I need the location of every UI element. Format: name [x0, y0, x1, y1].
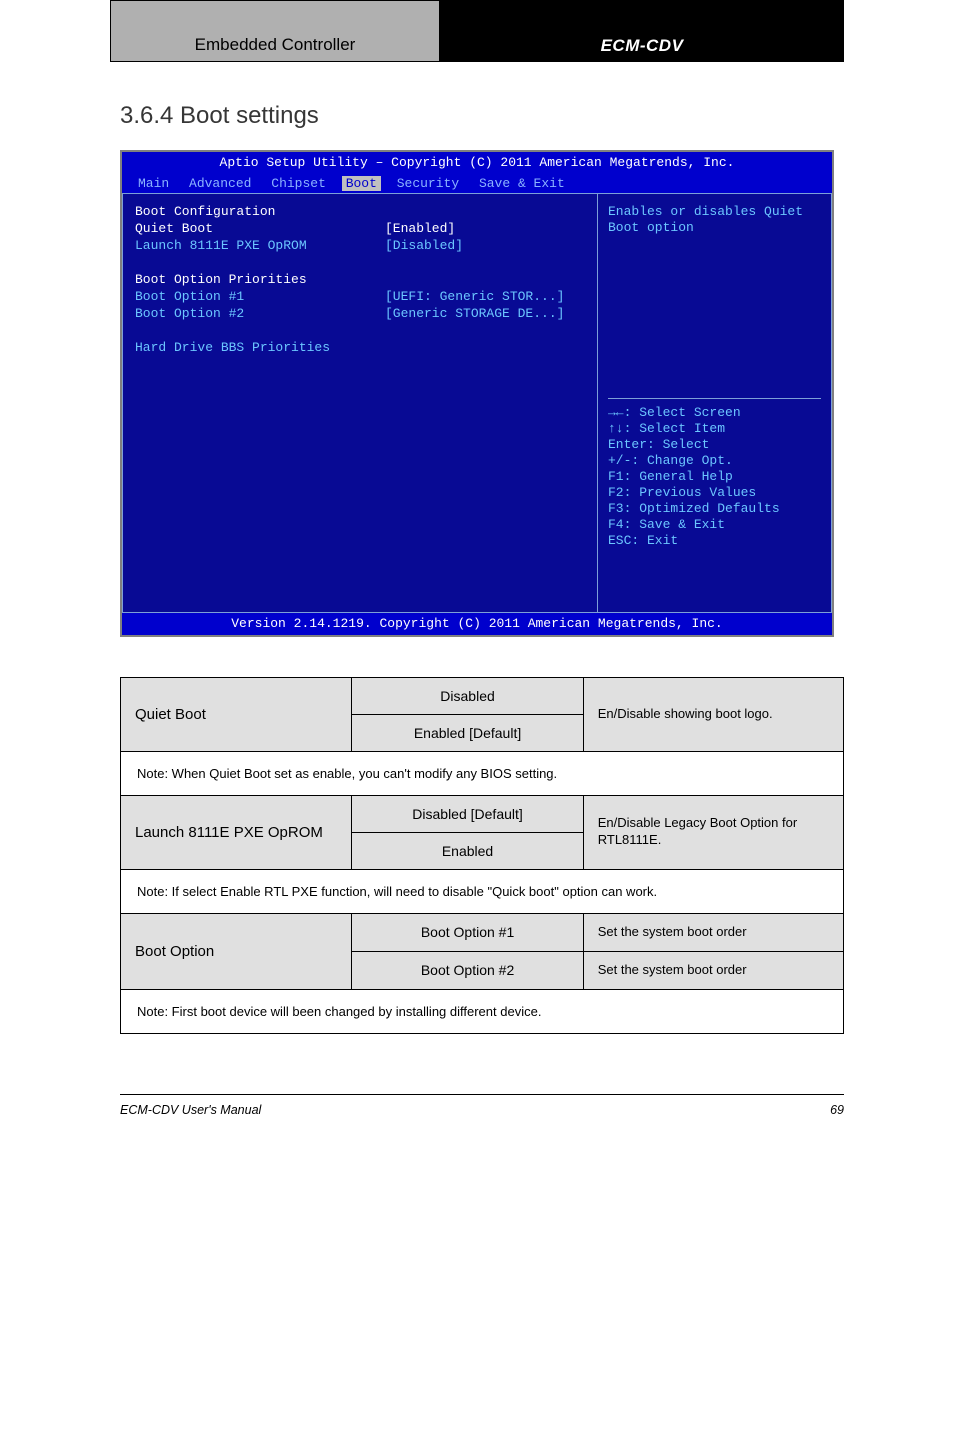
footer-rule [120, 1094, 844, 1095]
header-right: ECM-CDV [440, 0, 844, 62]
opt-choice: Boot Option #1 [352, 913, 583, 951]
bios-version-footer: Version 2.14.1219. Copyright (C) 2011 Am… [122, 613, 832, 635]
bios-setting-value: [Generic STORAGE DE...] [385, 306, 585, 323]
section-title: 3.6.4 Boot settings [120, 102, 954, 130]
bios-tab-boot[interactable]: Boot [342, 176, 381, 192]
bios-help-key: F1: General Help [608, 469, 821, 485]
bios-setting-row [135, 323, 585, 340]
opt-name: Boot Option [121, 913, 352, 989]
table-note-row: Note: If select Enable RTL PXE function,… [121, 869, 844, 913]
note-text: Note: First boot device will been change… [121, 989, 844, 1033]
bios-tab-advanced[interactable]: Advanced [185, 176, 255, 192]
bios-tab-save-exit[interactable]: Save & Exit [475, 176, 569, 192]
header-left: Embedded Controller [110, 0, 440, 62]
bios-help-key: F4: Save & Exit [608, 517, 821, 533]
bios-help-key: ↑↓: Select Item [608, 421, 821, 437]
bios-setting-row: Hard Drive BBS Priorities [135, 340, 585, 357]
bios-setting-value [385, 272, 585, 289]
bios-help-key: →←: Select Screen [608, 405, 821, 421]
table-row: Boot Option Boot Option #1 Set the syste… [121, 913, 844, 951]
bios-main-panel: Boot ConfigurationQuiet Boot[Enabled]Lau… [122, 193, 597, 613]
bios-setting-label: Quiet Boot [135, 221, 385, 238]
bios-setting-row: Boot Configuration [135, 204, 585, 221]
bios-tab-main[interactable]: Main [134, 176, 173, 192]
bios-setting-row[interactable]: Quiet Boot[Enabled] [135, 221, 585, 238]
bios-tab-row: Main Advanced Chipset Boot Security Save… [122, 174, 832, 194]
table-note-row: Note: First boot device will been change… [121, 989, 844, 1033]
table-row: Launch 8111E PXE OpROM Disabled [Default… [121, 795, 844, 832]
bios-setting-value [385, 340, 585, 357]
opt-name: Quiet Boot [121, 677, 352, 751]
bios-setting-row: Boot Option Priorities [135, 272, 585, 289]
bios-setting-label: Boot Option Priorities [135, 272, 385, 289]
page-header: Embedded Controller ECM-CDV [110, 0, 844, 62]
bios-setting-row[interactable]: Boot Option #2[Generic STORAGE DE...] [135, 306, 585, 323]
note-text: Note: When Quiet Boot set as enable, you… [121, 751, 844, 795]
bios-help-key: Enter: Select [608, 437, 821, 453]
bios-help-panel: Enables or disables Quiet Boot option →←… [597, 193, 832, 613]
footer-left: ECM-CDV User's Manual [120, 1103, 261, 1117]
bios-setting-label: Boot Option #1 [135, 289, 385, 306]
bios-setting-value: [UEFI: Generic STOR...] [385, 289, 585, 306]
opt-name: Launch 8111E PXE OpROM [121, 795, 352, 869]
page-footer: ECM-CDV User's Manual 69 [120, 1103, 844, 1117]
opt-choice: Boot Option #2 [352, 951, 583, 989]
bios-setting-row[interactable]: Launch 8111E PXE OpROM[Disabled] [135, 238, 585, 255]
bios-tab-chipset[interactable]: Chipset [267, 176, 330, 192]
bios-help-key: +/-: Change Opt. [608, 453, 821, 469]
bios-setting-label: Boot Configuration [135, 204, 385, 221]
bios-setting-label: Boot Option #2 [135, 306, 385, 323]
bios-tab-security[interactable]: Security [393, 176, 463, 192]
bios-setting-label [135, 323, 385, 340]
bios-setting-value [385, 323, 585, 340]
opt-choice: Disabled [352, 677, 583, 714]
table-row: Quiet Boot Disabled En/Disable showing b… [121, 677, 844, 714]
bios-setting-label: Hard Drive BBS Priorities [135, 340, 385, 357]
bios-setting-label: Launch 8111E PXE OpROM [135, 238, 385, 255]
opt-choice: Enabled [352, 832, 583, 869]
bios-help-key: F3: Optimized Defaults [608, 501, 821, 517]
bios-help-desc: Enables or disables Quiet Boot option [608, 204, 821, 394]
bios-setting-value [385, 255, 585, 272]
bios-help-key: F2: Previous Values [608, 485, 821, 501]
bios-setting-label [135, 255, 385, 272]
opt-desc: Set the system boot order [583, 913, 843, 951]
opt-desc: Set the system boot order [583, 951, 843, 989]
opt-desc: En/Disable Legacy Boot Option for RTL811… [583, 795, 843, 869]
bios-setting-value [385, 204, 585, 221]
bios-screenshot: Aptio Setup Utility – Copyright (C) 2011… [120, 150, 834, 637]
opt-choice: Enabled [Default] [352, 714, 583, 751]
options-table: Quiet Boot Disabled En/Disable showing b… [120, 677, 844, 1034]
bios-setting-row[interactable]: Boot Option #1[UEFI: Generic STOR...] [135, 289, 585, 306]
bios-title-bar: Aptio Setup Utility – Copyright (C) 2011… [122, 152, 832, 174]
bios-setting-value: [Disabled] [385, 238, 585, 255]
note-text: Note: If select Enable RTL PXE function,… [121, 869, 844, 913]
bios-help-key: ESC: Exit [608, 533, 821, 549]
opt-choice: Disabled [Default] [352, 795, 583, 832]
opt-desc: En/Disable showing boot logo. [583, 677, 843, 751]
footer-page-number: 69 [830, 1103, 844, 1117]
bios-setting-value: [Enabled] [385, 221, 585, 238]
bios-setting-row [135, 255, 585, 272]
table-note-row: Note: When Quiet Boot set as enable, you… [121, 751, 844, 795]
